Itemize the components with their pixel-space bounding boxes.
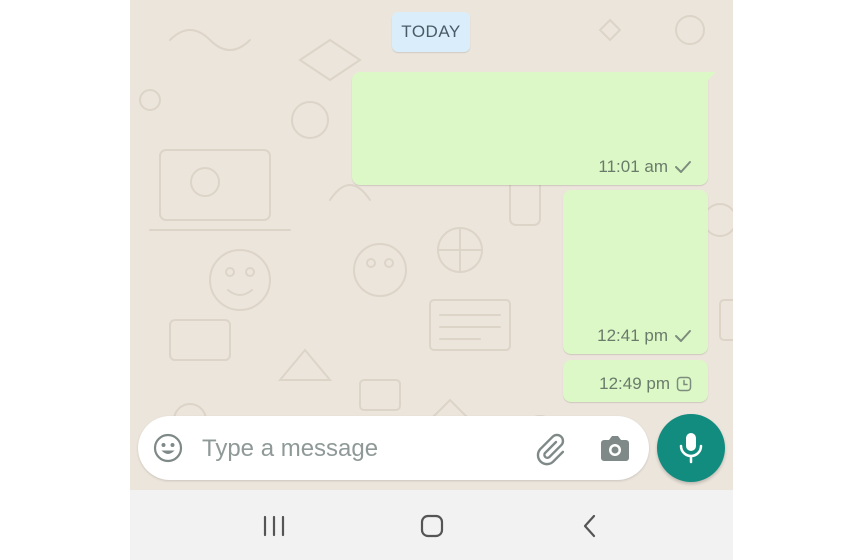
message-meta: 12:41 pm [597, 326, 692, 346]
outgoing-message[interactable]: 11:01 am [352, 72, 708, 185]
emoji-icon[interactable] [152, 432, 184, 464]
back-icon [583, 514, 596, 538]
home-icon [420, 514, 444, 538]
outgoing-message[interactable]: 12:49 pm [563, 360, 708, 402]
home-button[interactable] [412, 510, 452, 542]
message-composer [138, 416, 649, 480]
message-time: 12:41 pm [597, 326, 668, 345]
message-meta: 11:01 am [598, 157, 692, 177]
recent-apps-icon [263, 515, 285, 537]
phone-screen: TODAY 11:01 am 12:41 pm 12:49 pm [130, 0, 733, 560]
single-check-icon [675, 161, 691, 173]
system-navigation-bar [130, 490, 733, 560]
back-button[interactable] [570, 510, 610, 542]
recent-apps-button[interactable] [254, 510, 294, 542]
message-time: 11:01 am [598, 157, 668, 176]
mic-icon [679, 433, 703, 464]
voice-record-button[interactable] [657, 414, 725, 482]
clock-icon [676, 376, 692, 392]
bubble-tail [706, 72, 716, 82]
outgoing-message[interactable]: 12:41 pm [563, 190, 708, 354]
camera-icon[interactable] [598, 434, 632, 464]
message-meta: 12:49 pm [599, 374, 692, 394]
date-separator: TODAY [392, 12, 470, 52]
message-time: 12:49 pm [599, 374, 670, 393]
single-check-icon [675, 330, 691, 342]
message-input[interactable] [200, 430, 504, 468]
chat-area[interactable]: TODAY 11:01 am 12:41 pm 12:49 pm [130, 0, 733, 490]
attach-icon[interactable] [532, 432, 566, 466]
